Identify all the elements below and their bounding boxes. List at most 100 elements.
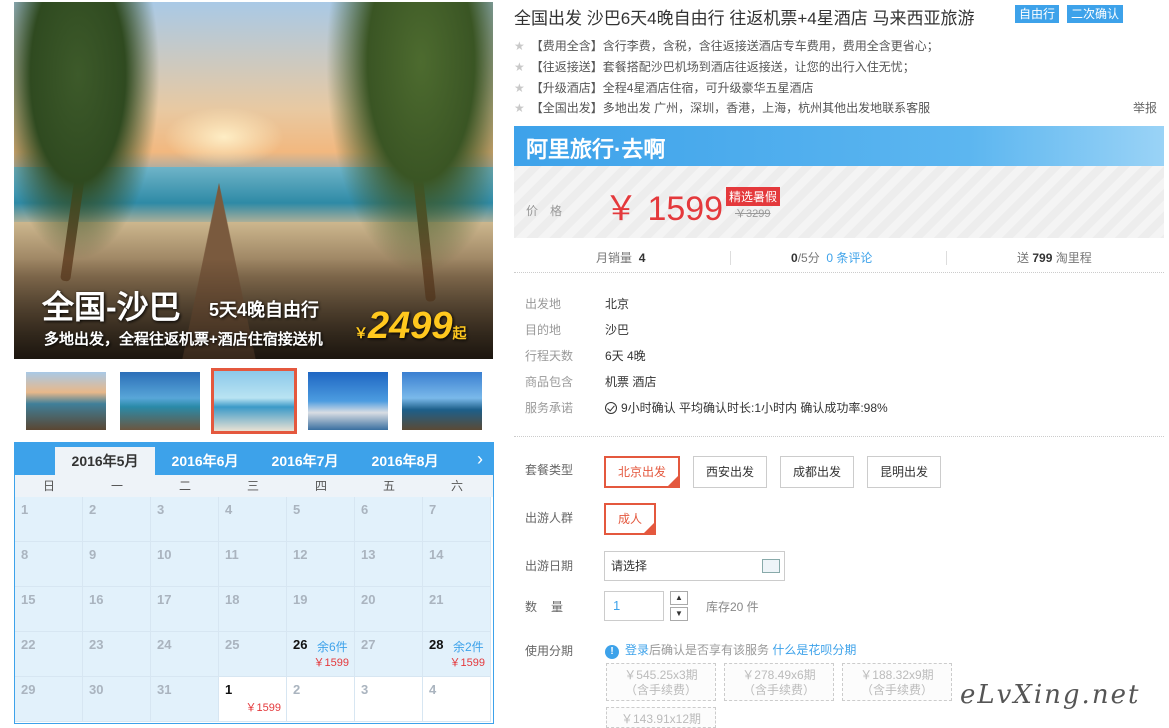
hero-duration: 5天4晚自由行	[209, 300, 320, 320]
detail-value: 机票 酒店	[605, 375, 657, 389]
star-icon: ★	[514, 101, 525, 115]
promo-badge: 精选暑假	[726, 187, 781, 206]
weekday-label: 日	[42, 479, 55, 493]
detail-destination: 目的地 沙巴	[525, 321, 629, 338]
thumbnail-3-selected[interactable]	[211, 368, 297, 434]
calendar-day[interactable]: 26 余6件 ￥1599	[287, 632, 355, 677]
instalment-option[interactable]: ￥143.91x12期	[606, 707, 716, 728]
product-title: 全国出发 沙巴6天4晚自由行 往返机票+4星酒店 马来西亚旅游	[514, 9, 975, 28]
calendar-day-number: 21	[429, 592, 444, 607]
detail-key: 目的地	[525, 323, 562, 337]
calendar-icon[interactable]	[762, 559, 780, 573]
chevron-down-icon[interactable]: ▼	[670, 607, 688, 621]
monthly-sales: 月销量 4	[596, 249, 645, 266]
tab-may[interactable]: 2016年5月	[55, 447, 155, 475]
thumbnail-2[interactable]	[120, 372, 200, 430]
watermark: eLvXing.net	[960, 680, 1141, 710]
detail-key: 行程天数	[525, 349, 574, 363]
thumbnail-5[interactable]	[402, 372, 482, 430]
calendar-day: 9	[83, 542, 151, 587]
detail-service: 服务承诺 9小时确认 平均确认时长:1小时内 确认成功率:98%	[525, 399, 888, 416]
monthly-sales-label: 月销量	[596, 251, 633, 265]
calendar-day-number: 25	[225, 637, 240, 652]
package-option-beijing[interactable]: 北京出发	[604, 456, 681, 488]
package-option-kunming[interactable]: 昆明出发	[867, 456, 942, 488]
calendar-day-number: 7	[429, 502, 437, 517]
calendar-day-number: 3	[157, 502, 165, 517]
stat-divider	[730, 251, 731, 265]
calendar-day: 19	[287, 587, 355, 632]
calendar-day: 5	[287, 497, 355, 542]
rating-suffix: /5分	[797, 251, 820, 265]
calendar-day: 2	[83, 497, 151, 542]
reviews-link[interactable]: 0 条评论	[826, 251, 872, 265]
instalment-option[interactable]: ￥278.49x6期 （含手续费）	[724, 663, 834, 701]
detail-includes: 商品包含 机票 酒店	[525, 373, 656, 390]
chevron-right-icon[interactable]: ›	[477, 447, 483, 471]
weekday-label: 六	[450, 479, 463, 493]
tab-august[interactable]: 2016年8月	[355, 447, 455, 475]
calendar-day: 14	[423, 542, 491, 587]
date-select-input[interactable]: 请选择	[604, 551, 785, 581]
departure-calendar: 2016年5月 2016年6月 2016年7月 2016年8月 › 日 一 二 …	[14, 442, 494, 724]
hero-image: 全国-沙巴 5天4晚自由行 多地出发，全程往返机票+酒店住宿接送机 ￥2499起	[14, 2, 493, 359]
instalment-option[interactable]: ￥545.25x3期 （含手续费）	[606, 663, 716, 701]
crowd-option-adult[interactable]: 成人	[604, 503, 657, 535]
login-link[interactable]: 登录	[625, 643, 649, 657]
instalment-fee-note: （含手续费）	[860, 683, 933, 697]
stat-divider	[946, 251, 947, 265]
feature-text: 【全国出发】多地出发 广州，深圳，香港，上海，杭州其他出发地联系客服	[530, 101, 931, 115]
huabei-info-link[interactable]: 什么是花呗分期	[772, 643, 856, 657]
feature-item: ★ 【往返接送】套餐搭配沙巴机场到酒店往返接送，让您的出行入住无忧；	[514, 58, 915, 75]
tab-july[interactable]: 2016年7月	[255, 447, 355, 475]
current-price: ￥ 1599	[604, 190, 724, 228]
calendar-day-number: 9	[89, 547, 97, 562]
tag-second-confirm: 二次确认	[1067, 5, 1124, 23]
weekday-label: 五	[382, 479, 395, 493]
star-icon: ★	[514, 39, 525, 53]
calendar-day: 30	[83, 677, 151, 722]
calendar-day-number: 5	[293, 502, 301, 517]
palm-right	[313, 2, 493, 302]
calendar-day[interactable]: 28 余2件 ￥1599	[423, 632, 491, 677]
feature-item: ★ 【全国出发】多地出发 广州，深圳，香港，上海，杭州其他出发地联系客服	[514, 99, 930, 116]
calendar-day-number: 27	[361, 637, 376, 652]
calendar-day: 10	[151, 542, 219, 587]
calendar-day-number: 11	[225, 547, 239, 562]
hero-sun	[164, 107, 284, 167]
calendar-month-tabs: 2016年5月 2016年6月 2016年7月 2016年8月 ›	[15, 443, 493, 475]
detail-key: 服务承诺	[525, 401, 574, 415]
tab-june[interactable]: 2016年6月	[155, 447, 255, 475]
chevron-up-icon[interactable]: ▲	[670, 591, 688, 605]
hero-title: 全国-沙巴	[42, 289, 181, 325]
instalment-option[interactable]: ￥188.32x9期 （含手续费）	[842, 663, 952, 701]
calendar-day-number: 4	[429, 682, 437, 697]
calendar-day: 3	[151, 497, 219, 542]
instalment-label: 使用分期	[525, 644, 574, 658]
calendar-day: 2	[287, 677, 355, 722]
package-option-xian[interactable]: 西安出发	[693, 456, 768, 488]
calendar-day: 13	[355, 542, 423, 587]
rating: 0/5分 0 条评论	[791, 249, 872, 266]
price-box: 阿里旅行·去啊 价格 ￥ 1599 精选暑假 ￥3299	[514, 126, 1164, 238]
thumbnail-4[interactable]	[308, 372, 388, 430]
gift-suffix: 淘里程	[1055, 251, 1092, 265]
thumbnail-1[interactable]	[26, 372, 106, 430]
calendar-day: 29	[15, 677, 83, 722]
calendar-day: 15	[15, 587, 83, 632]
calendar-day-number: 1	[225, 682, 233, 697]
calendar-weekdays: 日 一 二 三 四 五 六	[15, 475, 493, 497]
report-link[interactable]: 举报	[1133, 99, 1157, 116]
tag-free-travel: 自由行	[1015, 5, 1060, 23]
feature-text: 【升级酒店】全程4星酒店住宿，可升级豪华五星酒店	[530, 81, 814, 95]
instalment-note: ! 登录后确认是否享有该服务 什么是花呗分期	[605, 641, 856, 659]
calendar-day-number: 31	[157, 682, 172, 697]
package-option-chengdu[interactable]: 成都出发	[780, 456, 855, 488]
calendar-day-number: 6	[361, 502, 369, 517]
mileage-gift: 送 799 淘里程	[1017, 249, 1092, 266]
calendar-day: 12	[287, 542, 355, 587]
calendar-day-number: 28	[429, 637, 444, 652]
quantity-input[interactable]: 1	[604, 591, 664, 621]
calendar-day[interactable]: 1 ￥1599	[219, 677, 287, 722]
instalment-amount: ￥278.49x6期	[742, 668, 816, 682]
